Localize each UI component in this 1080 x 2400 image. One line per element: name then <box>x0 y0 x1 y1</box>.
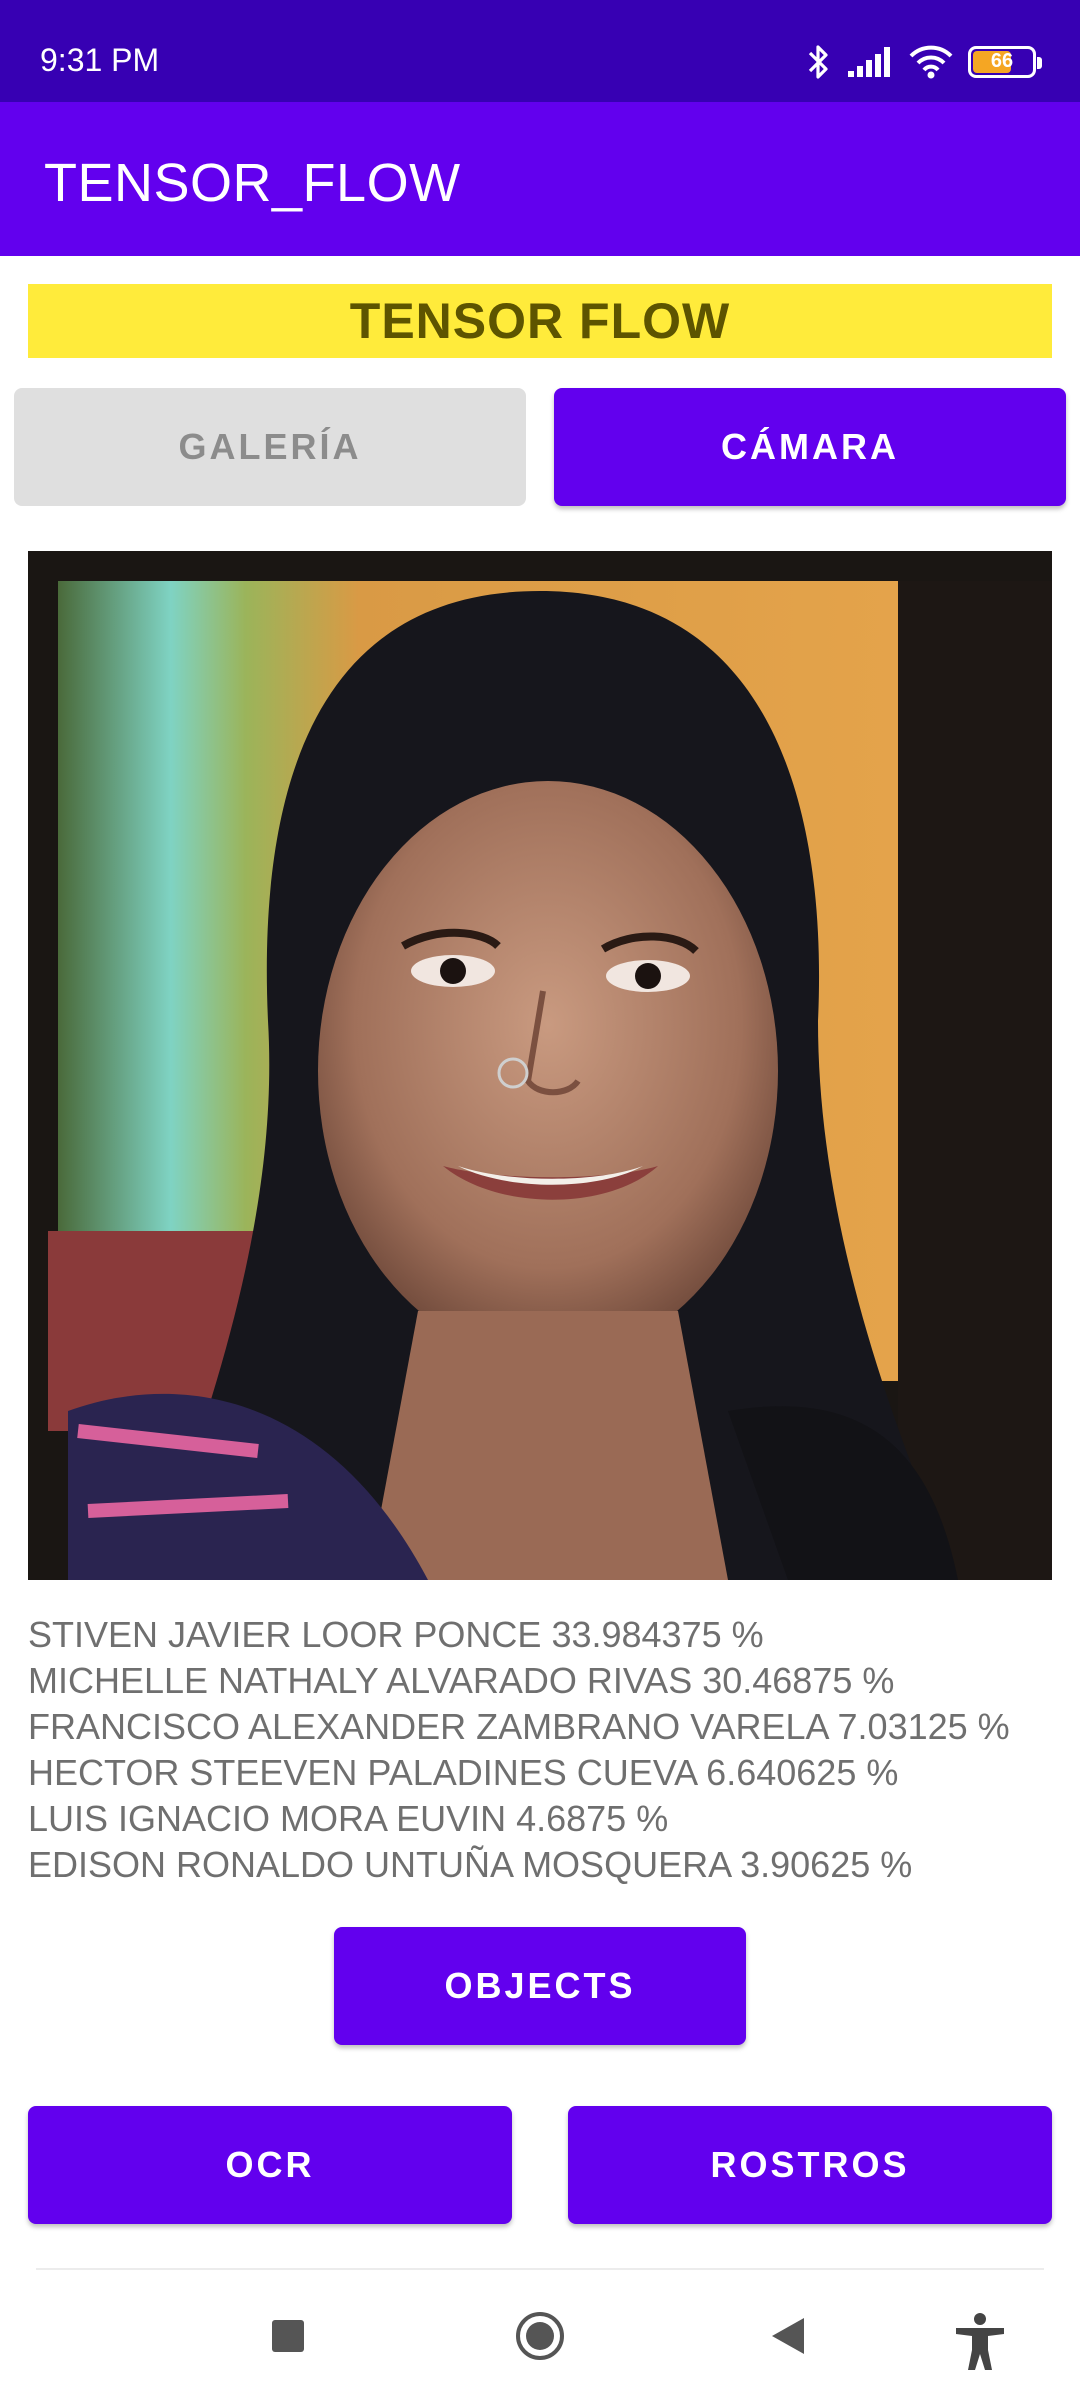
result-item: FRANCISCO ALEXANDER ZAMBRANO VARELA 7.03… <box>28 1706 1010 1747</box>
ocr-button[interactable]: OCR <box>28 2106 512 2224</box>
result-item: HECTOR STEEVEN PALADINES CUEVA 6.640625 … <box>28 1752 899 1793</box>
face-photo <box>28 551 1052 1580</box>
bluetooth-icon <box>806 42 832 82</box>
preview-image <box>28 551 1052 1580</box>
result-item: MICHELLE NATHALY ALVARADO RIVAS 30.46875… <box>28 1660 895 1701</box>
result-item: LUIS IGNACIO MORA EUVIN 4.6875 % <box>28 1798 669 1839</box>
result-item: EDISON RONALDO UNTUÑA MOSQUERA 3.90625 % <box>28 1844 913 1885</box>
result-item: STIVEN JAVIER LOOR PONCE 33.984375 % <box>28 1614 764 1655</box>
accessibility-icon[interactable] <box>952 2312 1008 2377</box>
app-title: TENSOR_FLOW <box>44 153 461 213</box>
navigation-bar <box>0 2270 1080 2400</box>
title-banner: TENSOR FLOW <box>28 284 1052 358</box>
battery-icon: 66 <box>968 46 1042 78</box>
back-triangle-icon[interactable] <box>766 2312 810 2365</box>
wifi-icon <box>908 44 954 80</box>
battery-level: 66 <box>990 50 1014 72</box>
cellular-signal-icon <box>846 45 894 79</box>
status-time: 9:31 PM <box>40 42 160 78</box>
recents-square-icon[interactable] <box>270 2312 306 2365</box>
app-bar: TENSOR_FLOW <box>0 102 1080 256</box>
status-bar: 9:31 PM 66 <box>0 0 1080 102</box>
results-list: STIVEN JAVIER LOOR PONCE 33.984375 % MIC… <box>28 1612 1058 1888</box>
home-circle-icon[interactable] <box>512 2312 568 2365</box>
camera-button[interactable]: CÁMARA <box>554 388 1066 506</box>
gallery-button[interactable]: GALERÍA <box>14 388 526 506</box>
status-icons: 66 <box>806 40 1042 84</box>
faces-button[interactable]: ROSTROS <box>568 2106 1052 2224</box>
objects-button[interactable]: OBJECTS <box>334 1927 746 2045</box>
